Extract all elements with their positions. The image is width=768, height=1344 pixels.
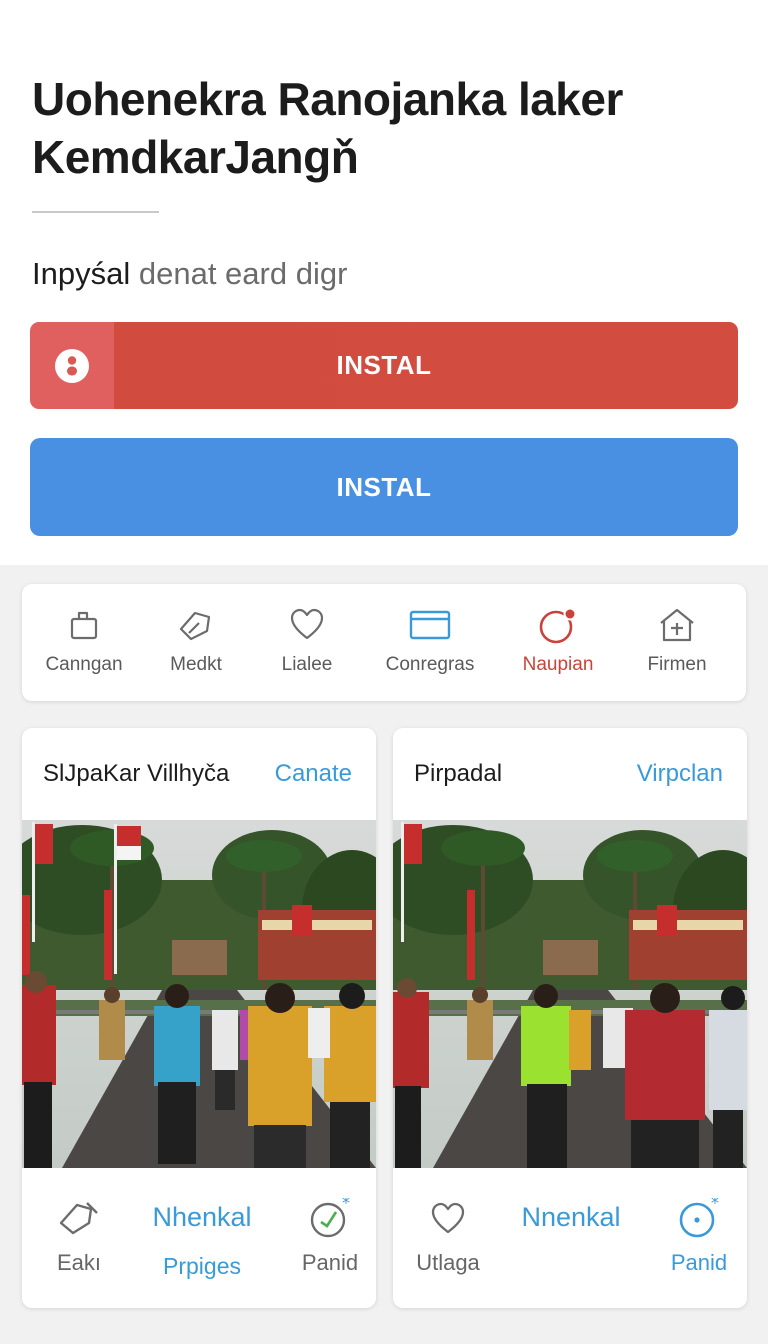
nav-item-canngan[interactable]: Canngan bbox=[24, 584, 144, 701]
install-red-label: INSTAL bbox=[336, 350, 432, 380]
heart-icon bbox=[289, 606, 325, 644]
install-button-red[interactable]: INSTAL bbox=[30, 322, 738, 409]
page-title-line-1: Uohenekra Ranojanka laker bbox=[32, 73, 623, 125]
install-blue-label: INSTAL bbox=[336, 471, 432, 502]
footer-action-right[interactable]: * Panid bbox=[659, 1168, 739, 1308]
nav-item-firmen[interactable]: Firmen bbox=[617, 584, 737, 701]
footer-left-label: Utlaga bbox=[416, 1250, 480, 1275]
footer-action-mid[interactable]: Nnenkal bbox=[501, 1168, 641, 1308]
footer-right-label: Panid bbox=[301, 1250, 359, 1275]
card-icon bbox=[409, 606, 451, 644]
footer-mid-heading: Nhenkal bbox=[152, 1202, 252, 1232]
footer-mid-heading: Nnenkal bbox=[521, 1202, 621, 1232]
subtitle-rest: denat eard digr bbox=[138, 256, 348, 291]
top-section: Uohenekra Ranojanka laker KemdkarJangň I… bbox=[0, 0, 768, 565]
event-photo bbox=[393, 820, 747, 1168]
card-action-link[interactable]: Canate bbox=[275, 760, 352, 788]
card-title: SlJpaKar Villhyča bbox=[43, 760, 230, 787]
nav-label: Naupian bbox=[522, 654, 594, 675]
target-icon: * bbox=[677, 1198, 721, 1240]
nav-label: Lialee bbox=[281, 654, 333, 675]
check-circle-icon: * bbox=[308, 1198, 352, 1240]
event-card[interactable]: SlJpaKar Villhyča Canate Eakı Nhenkal Pr… bbox=[22, 728, 376, 1308]
card-action-link[interactable]: Virpclan bbox=[637, 760, 723, 788]
nav-label: Conregras bbox=[385, 654, 475, 675]
card-header: Pirpadal Virpclan bbox=[393, 728, 747, 820]
footer-action-left[interactable]: Eakı bbox=[44, 1168, 114, 1308]
footer-mid-label: Prpiges bbox=[163, 1253, 241, 1279]
subtitle-strong: Inpyśal bbox=[32, 256, 131, 291]
user-badge-icon bbox=[55, 348, 89, 383]
tag-icon bbox=[177, 606, 215, 644]
nav-item-conregras[interactable]: Conregras bbox=[370, 584, 490, 701]
notification-icon bbox=[538, 606, 578, 644]
nav-item-lialee[interactable]: Lialee bbox=[247, 584, 367, 701]
nav-label: Medkt bbox=[170, 654, 222, 675]
svg-text:*: * bbox=[711, 1198, 719, 1212]
card-footer: Utlaga Nnenkal * Panid bbox=[393, 1168, 747, 1308]
home-icon bbox=[658, 606, 696, 644]
tag-icon bbox=[57, 1198, 101, 1240]
event-card[interactable]: Pirpadal Virpclan Utlaga Nnenkal * Panid bbox=[393, 728, 747, 1308]
title-divider bbox=[32, 211, 159, 213]
page-title: Uohenekra Ranojanka laker KemdkarJangň bbox=[32, 70, 732, 186]
svg-text:*: * bbox=[342, 1198, 350, 1212]
nav-label: Canngan bbox=[45, 654, 123, 675]
install-button-blue[interactable]: INSTAL bbox=[30, 438, 738, 536]
card-header: SlJpaKar Villhyča Canate bbox=[22, 728, 376, 820]
event-photo bbox=[22, 820, 376, 1168]
footer-right-label: Panid bbox=[670, 1250, 728, 1275]
card-title: Pirpadal bbox=[414, 760, 503, 787]
footer-action-mid[interactable]: Nhenkal Prpiges bbox=[132, 1168, 272, 1308]
footer-action-left[interactable]: Utlaga bbox=[411, 1168, 485, 1308]
subtitle: Inpyśal denat eard digr bbox=[32, 255, 347, 293]
category-nav: Canngan Medkt Lialee Conregras Naupian F… bbox=[22, 584, 746, 701]
heart-icon bbox=[429, 1198, 467, 1240]
install-lead-block bbox=[30, 322, 114, 409]
nav-item-medkt[interactable]: Medkt bbox=[136, 584, 256, 701]
nav-item-naupian[interactable]: Naupian bbox=[498, 584, 618, 701]
bag-icon bbox=[66, 606, 102, 644]
footer-action-right[interactable]: * Panid bbox=[290, 1168, 370, 1308]
nav-label: Firmen bbox=[647, 654, 707, 675]
page-title-line-2: KemdkarJangň bbox=[32, 131, 359, 183]
footer-left-label: Eakı bbox=[56, 1250, 102, 1275]
card-footer: Eakı Nhenkal Prpiges * Panid bbox=[22, 1168, 376, 1308]
